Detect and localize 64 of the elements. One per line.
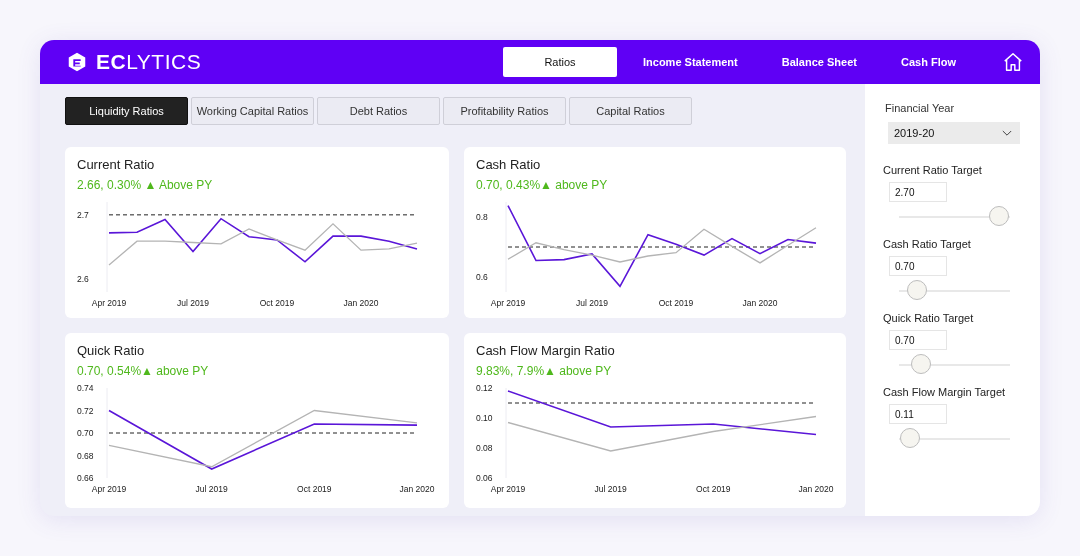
- chart-summary: 2.66, 0.30% ▲ Above PY: [77, 178, 214, 192]
- axis-label: 2.7: [77, 209, 89, 220]
- axis-label: 0.12: [476, 384, 493, 393]
- axis-label: 0.08: [476, 443, 493, 453]
- target-input[interactable]: 0.11: [889, 404, 947, 424]
- axis-label: Jan 2020: [742, 298, 778, 308]
- target-input[interactable]: 0.70: [889, 256, 947, 276]
- axis-label: 0.74: [77, 384, 94, 393]
- nav-tab[interactable]: Balance Sheet: [763, 47, 875, 77]
- slider-handle[interactable]: [900, 428, 921, 448]
- ratio-tab[interactable]: Liquidity Ratios: [65, 97, 188, 125]
- ratio-tab[interactable]: Working Capital Ratios: [191, 97, 314, 125]
- nav-tab[interactable]: Ratios: [503, 47, 617, 77]
- chart-summary: 0.70, 0.43%▲ above PY: [476, 178, 609, 192]
- slider-handle[interactable]: [906, 280, 927, 300]
- chart-title: Cash Flow Margin Ratio: [476, 343, 616, 358]
- axis-label: 2.6: [77, 274, 89, 285]
- home-icon[interactable]: [1002, 51, 1024, 73]
- field-label: Quick Ratio Target: [883, 312, 975, 324]
- field-label: Financial Year: [884, 102, 956, 114]
- brand-name: ECLYTICS: [96, 50, 202, 74]
- axis-label: 0.68: [77, 450, 94, 461]
- ratio-tab[interactable]: Profitability Ratios: [443, 97, 566, 125]
- axis-label: 0.66: [77, 473, 94, 483]
- axis-label: Jul 2019: [575, 298, 609, 308]
- axis-label: Oct 2019: [696, 484, 731, 494]
- chevron-down-icon: [1002, 129, 1012, 137]
- axis-label: Apr 2019: [490, 484, 526, 494]
- axis-label: Oct 2019: [259, 298, 295, 308]
- chart-title: Current Ratio: [77, 157, 156, 172]
- axis-label: Jan 2020: [343, 298, 379, 308]
- axis-label: Oct 2019: [658, 298, 694, 308]
- target-input[interactable]: 0.70: [889, 330, 947, 350]
- ratio-tab[interactable]: Capital Ratios: [569, 97, 692, 125]
- axis-label: Jan 2020: [399, 484, 435, 494]
- ratio-tab[interactable]: Debt Ratios: [317, 97, 440, 125]
- axis-label: Apr 2019: [490, 298, 526, 308]
- axis-label: Jul 2019: [594, 484, 627, 494]
- chart-title: Cash Ratio: [476, 157, 542, 172]
- axis-label: Jul 2019: [195, 484, 228, 494]
- chart-title: Quick Ratio: [77, 343, 146, 358]
- field-label: Current Ratio Target: [883, 164, 983, 176]
- nav-tab[interactable]: Cash Flow: [882, 47, 974, 77]
- field-label: Cash Ratio Target: [883, 238, 972, 250]
- slider-handle[interactable]: [988, 206, 1009, 226]
- axis-label: 0.10: [476, 413, 493, 423]
- year-dropdown[interactable]: 2019-20: [888, 122, 1020, 144]
- chart-summary: 0.70, 0.54%▲ above PY: [77, 364, 210, 378]
- axis-label: Oct 2019: [297, 484, 332, 494]
- axis-label: 0.6: [476, 272, 488, 282]
- slider-handle[interactable]: [911, 354, 932, 374]
- axis-label: 0.06: [476, 473, 493, 483]
- target-input[interactable]: 2.70: [889, 182, 947, 202]
- axis-label: 0.8: [476, 212, 488, 222]
- chart-summary: 9.83%, 7.9%▲ above PY: [476, 364, 613, 378]
- axis-label: 0.70: [77, 428, 94, 438]
- logo-icon: [66, 51, 88, 73]
- axis-label: Apr 2019: [91, 298, 127, 308]
- axis-label: Jan 2020: [798, 484, 834, 494]
- axis-label: Jul 2019: [176, 298, 210, 308]
- field-label: Cash Flow Margin Target: [883, 386, 1007, 398]
- nav-tab[interactable]: Income Statement: [625, 47, 756, 77]
- axis-label: 0.72: [77, 405, 94, 416]
- axis-label: Apr 2019: [91, 484, 127, 494]
